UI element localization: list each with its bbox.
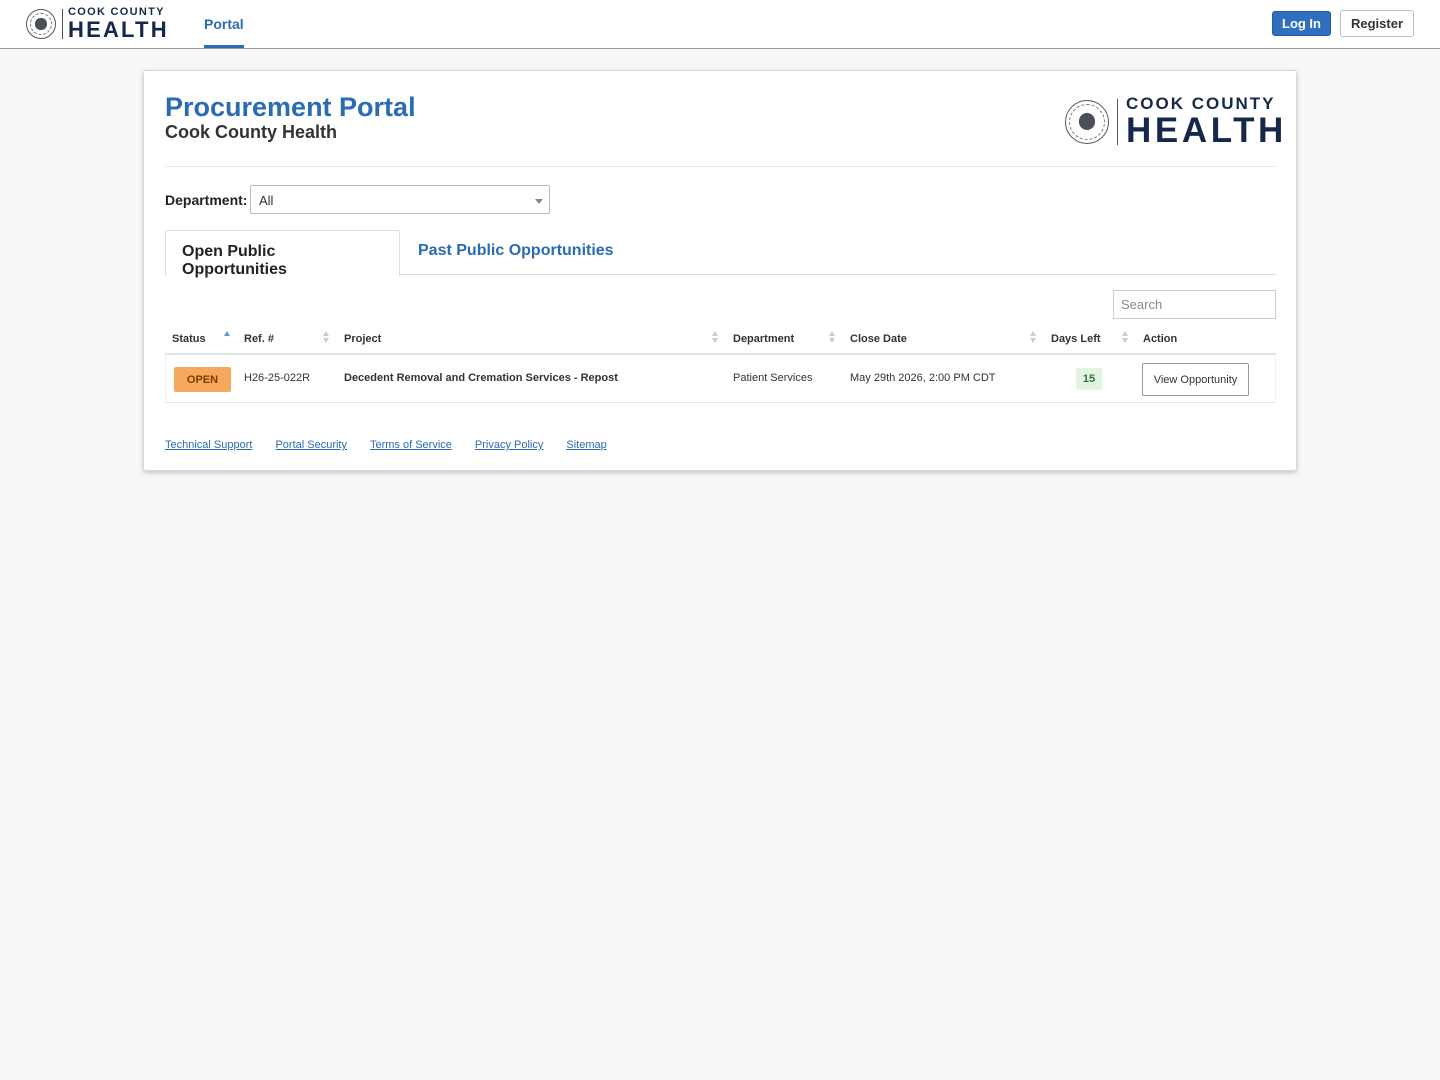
department-label: Department: — [165, 192, 248, 208]
department-selected-value: All — [259, 193, 274, 208]
status-badge: OPEN — [174, 367, 231, 392]
county-seal-icon — [1065, 99, 1109, 144]
opportunities-table: Status Ref. # Project Department Close D… — [165, 325, 1276, 403]
table-header: Status Ref. # Project Department Close D… — [165, 325, 1276, 355]
opportunity-tabs: Open Public Opportunities Past Public Op… — [165, 230, 1276, 278]
sort-icon[interactable] — [1030, 331, 1037, 345]
sort-ascending-icon[interactable] — [224, 331, 231, 345]
column-header-status[interactable]: Status — [172, 333, 206, 345]
login-button[interactable]: Log In — [1272, 11, 1331, 36]
sort-icon[interactable] — [712, 331, 719, 345]
department-cell: Patient Services — [733, 372, 813, 384]
nav-portal-link[interactable]: Portal — [204, 0, 244, 48]
page-title: Procurement Portal — [165, 92, 416, 122]
footer-link-privacy-policy[interactable]: Privacy Policy — [475, 439, 543, 451]
logo-line2: HEALTH — [1126, 111, 1287, 150]
header-divider — [165, 166, 1276, 167]
department-select[interactable]: All — [250, 185, 550, 214]
tab-past-opportunities[interactable]: Past Public Opportunities — [402, 230, 630, 275]
sort-icon[interactable] — [323, 331, 330, 345]
ref-number: H26-25-022R — [244, 372, 311, 384]
column-header-project[interactable]: Project — [344, 333, 381, 345]
cook-county-health-logo[interactable]: COOK COUNTY HEALTH — [26, 7, 169, 41]
logo-wordmark: COOK COUNTY HEALTH — [1126, 95, 1287, 148]
days-left-badge: 15 — [1076, 368, 1102, 390]
column-header-ref[interactable]: Ref. # — [244, 333, 274, 345]
view-opportunity-button[interactable]: View Opportunity — [1142, 363, 1249, 396]
tab-open-opportunities[interactable]: Open Public Opportunities — [165, 230, 400, 278]
logo-divider — [1117, 98, 1118, 145]
logo-wordmark: COOK COUNTY HEALTH — [68, 7, 169, 41]
sort-icon[interactable] — [1122, 331, 1129, 345]
column-header-department[interactable]: Department — [733, 333, 794, 345]
logo-line2: HEALTH — [68, 17, 169, 42]
sort-icon[interactable] — [829, 331, 836, 345]
register-button[interactable]: Register — [1340, 10, 1414, 37]
footer-link-sitemap[interactable]: Sitemap — [566, 439, 606, 451]
procurement-card: Procurement Portal Cook County Health CO… — [143, 70, 1297, 471]
footer-links: Technical Support Portal Security Terms … — [165, 439, 607, 451]
page-subtitle: Cook County Health — [165, 122, 338, 142]
county-seal-icon — [26, 9, 56, 39]
search-input[interactable] — [1113, 290, 1276, 319]
close-date-cell: May 29th 2026, 2:00 PM CDT — [850, 372, 996, 384]
column-header-days-left[interactable]: Days Left — [1051, 333, 1101, 345]
logo-line1: COOK COUNTY — [1126, 94, 1276, 113]
chevron-down-icon — [535, 199, 543, 204]
top-navbar: COOK COUNTY HEALTH Portal Log In Registe… — [0, 0, 1440, 49]
footer-link-portal-security[interactable]: Portal Security — [275, 439, 347, 451]
logo-divider — [62, 9, 63, 39]
project-name: Decedent Removal and Cremation Services … — [344, 372, 618, 384]
card-logo: COOK COUNTY HEALTH — [1065, 95, 1287, 148]
table-row: OPEN H26-25-022R Decedent Removal and Cr… — [165, 355, 1276, 403]
footer-link-terms-of-service[interactable]: Terms of Service — [370, 439, 452, 451]
column-header-action: Action — [1143, 333, 1178, 345]
column-header-close-date[interactable]: Close Date — [850, 333, 907, 345]
footer-link-technical-support[interactable]: Technical Support — [165, 439, 252, 451]
